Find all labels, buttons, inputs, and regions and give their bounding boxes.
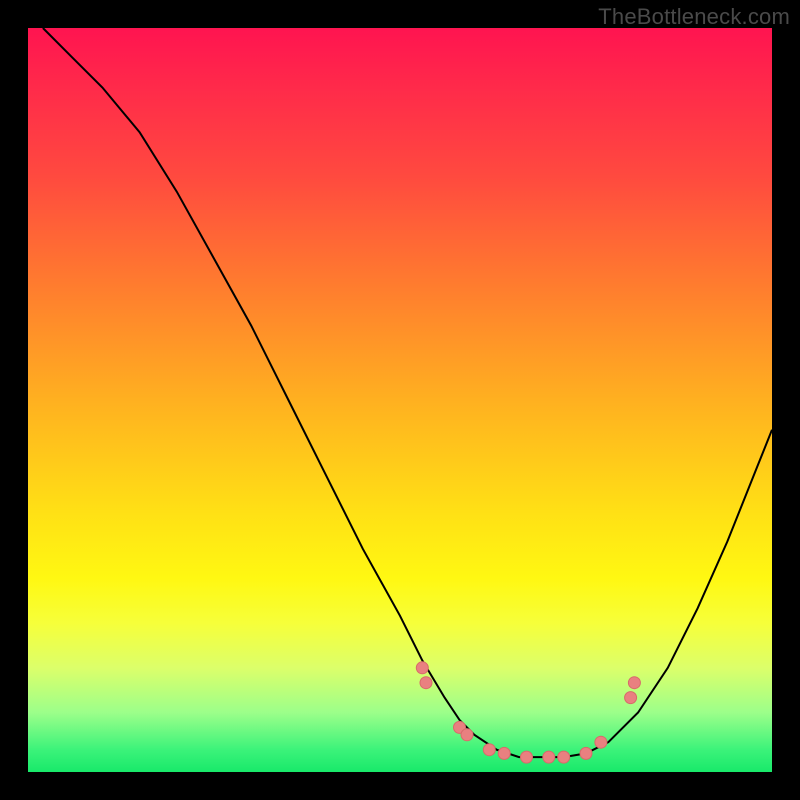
marker-dot [483,744,495,756]
marker-dot [625,692,637,704]
chart-svg [28,28,772,772]
marker-dot [461,729,473,741]
marker-dot [595,736,607,748]
watermark-text: TheBottleneck.com [598,4,790,30]
marker-dot [543,751,555,763]
marker-dot [498,747,510,759]
marker-group [416,662,640,763]
marker-dot [580,747,592,759]
marker-dot [521,751,533,763]
plot-area [28,28,772,772]
bottleneck-curve [43,28,772,757]
marker-dot [416,662,428,674]
marker-dot [420,677,432,689]
outer-frame: TheBottleneck.com [0,0,800,800]
marker-dot [628,677,640,689]
marker-dot [558,751,570,763]
